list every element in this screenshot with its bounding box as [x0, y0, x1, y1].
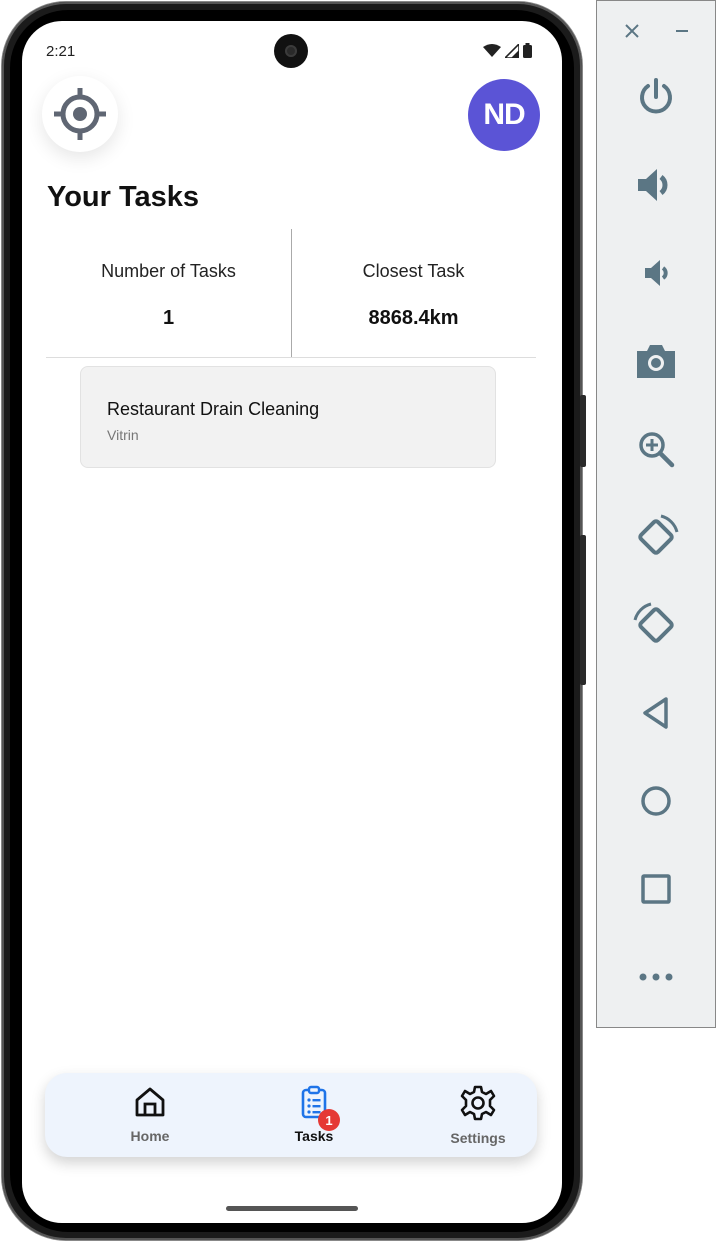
stat-number-of-tasks: Number of Tasks 1 — [46, 229, 291, 357]
rotate-left-icon — [638, 514, 679, 555]
home-button[interactable] — [627, 772, 685, 830]
minimize-icon[interactable] — [674, 23, 690, 39]
volume-down-icon — [645, 260, 668, 286]
side-button-power — [580, 535, 586, 685]
close-icon[interactable] — [624, 23, 640, 39]
wifi-icon — [483, 43, 501, 57]
zoom-button[interactable] — [627, 420, 685, 478]
status-icons — [483, 43, 532, 58]
nav-label-home: Home — [130, 1128, 170, 1144]
emulator-toolbar — [596, 0, 716, 1028]
battery-icon — [523, 43, 532, 58]
home-circle-icon — [641, 786, 671, 816]
nav-item-home[interactable]: Home — [100, 1085, 200, 1144]
overview-icon — [641, 874, 671, 904]
device-screen: 2:21 ND Your Tasks Number of Tasks 1 Clo… — [22, 21, 562, 1223]
bottom-navigation: Home 1 Tasks Settings — [45, 1073, 537, 1157]
power-button[interactable] — [627, 68, 685, 126]
stat-value: 1 — [162, 307, 175, 329]
more-icon — [639, 973, 673, 981]
stat-label: Number of Tasks — [101, 261, 236, 281]
stat-value: 8868.4km — [368, 307, 459, 329]
nav-label-settings: Settings — [450, 1130, 506, 1146]
task-stats: Number of Tasks 1 Closest Task 8868.4km — [46, 229, 536, 358]
crosshair-icon — [54, 88, 106, 140]
gesture-home-bar[interactable] — [226, 1206, 358, 1211]
signal-icon — [505, 43, 519, 58]
power-icon — [640, 78, 672, 114]
back-icon — [643, 697, 668, 729]
locate-button[interactable] — [42, 76, 118, 152]
gear-icon — [460, 1085, 496, 1121]
task-subtitle: Vitrin — [107, 427, 139, 443]
emulator-window-controls — [597, 15, 715, 45]
rotate-right-icon — [633, 602, 674, 643]
volume-down-button[interactable] — [627, 244, 685, 302]
rotate-right-button[interactable] — [627, 596, 685, 654]
avatar[interactable]: ND — [468, 79, 540, 151]
page-title: Your Tasks — [47, 181, 200, 213]
stat-label: Closest Task — [362, 261, 465, 281]
nav-item-settings[interactable]: Settings — [428, 1085, 528, 1146]
camera-icon — [637, 345, 675, 378]
nav-item-tasks[interactable]: 1 Tasks — [264, 1085, 364, 1144]
nav-label-tasks: Tasks — [294, 1128, 334, 1144]
back-button[interactable] — [627, 684, 685, 742]
zoom-icon — [639, 432, 675, 468]
overview-button[interactable] — [627, 860, 685, 918]
rotate-left-button[interactable] — [627, 508, 685, 566]
screenshot-button[interactable] — [627, 332, 685, 390]
side-button-volume — [580, 395, 586, 467]
stat-closest-task: Closest Task 8868.4km — [291, 229, 536, 357]
volume-up-icon — [638, 169, 668, 201]
front-camera — [274, 34, 308, 68]
tasks-badge: 1 — [318, 1109, 340, 1131]
task-card[interactable]: Restaurant Drain Cleaning Vitrin — [80, 366, 496, 468]
home-icon — [135, 1087, 165, 1117]
status-time: 2:21 — [46, 43, 76, 60]
volume-up-button[interactable] — [627, 156, 685, 214]
task-title: Restaurant Drain Cleaning — [107, 399, 320, 419]
more-button[interactable] — [627, 948, 685, 1006]
